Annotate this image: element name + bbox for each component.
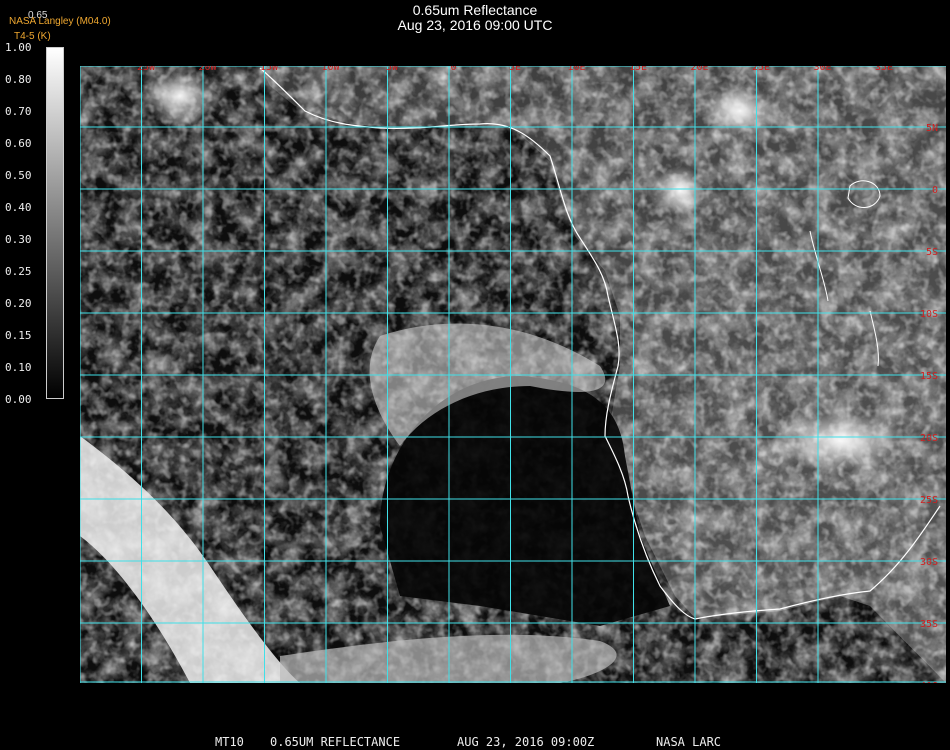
lon-label: 20E (690, 66, 708, 73)
lat-label: 40S (920, 681, 938, 683)
colorbar-label: 0.70 (5, 105, 32, 118)
colorbar-label: 0.30 (5, 233, 32, 246)
lon-label: 25W (137, 66, 156, 73)
lat-label: 20S (920, 433, 938, 444)
colorbar (46, 47, 64, 399)
colorbar-label: 0.15 (5, 329, 32, 342)
bright-cloud-east (770, 411, 910, 471)
bright-cloud-ne (700, 86, 780, 136)
lat-label: 35S (920, 619, 938, 630)
lat-label: 0 (932, 185, 938, 196)
lon-label: 20W (198, 66, 217, 73)
lat-label: 15S (920, 371, 938, 382)
colorbar-label: 0.80 (5, 73, 32, 86)
lat-label: 10S (920, 309, 938, 320)
lon-label: 5E (509, 66, 521, 73)
colorbar-label: 0.50 (5, 169, 32, 182)
footer-satellite: MT10 (215, 735, 244, 749)
lon-label: 5W (386, 66, 399, 73)
lon-label: 10W (321, 66, 340, 73)
lat-label: 5N (926, 123, 938, 134)
bright-cloud-mid (655, 166, 705, 216)
lat-label: 25S (920, 495, 938, 506)
footer-source: NASA LARC (656, 735, 722, 749)
colorbar-label: 0.20 (5, 297, 32, 310)
satellite-map: 25W 20W 15W 10W 5W 0 5E 10E 15E 20E 25E 30E 35E 5N 0 5… (80, 66, 946, 683)
lat-label: 30S (920, 557, 938, 568)
map-datetime: Aug 23, 2016 09:00 UTC (397, 17, 553, 33)
bright-cloud-nw (140, 66, 220, 126)
lon-label: 15W (260, 66, 279, 73)
colorbar-label: 0.40 (5, 201, 32, 214)
colorbar-label: 0.00 (5, 393, 32, 406)
lon-label: 35E (875, 66, 893, 73)
footer-product: 0.65UM REFLECTANCE (270, 735, 401, 749)
lon-label: 0 (450, 66, 456, 73)
lon-label: 25E (752, 66, 770, 73)
lon-label: 10E (567, 66, 585, 73)
map-title: 0.65um Reflectance (412, 2, 538, 18)
lat-label: 5S (926, 247, 938, 258)
colorbar-label: 1.00 (5, 41, 32, 54)
colorbar-label: 0.10 (5, 361, 32, 374)
lon-label: 30E (813, 66, 831, 73)
footer-datetime: AUG 23, 2016 09:00Z (457, 735, 595, 749)
colorbar-label: 0.25 (5, 265, 32, 278)
colorbar-label: 0.60 (5, 137, 32, 150)
lon-label: 15E (629, 66, 647, 73)
